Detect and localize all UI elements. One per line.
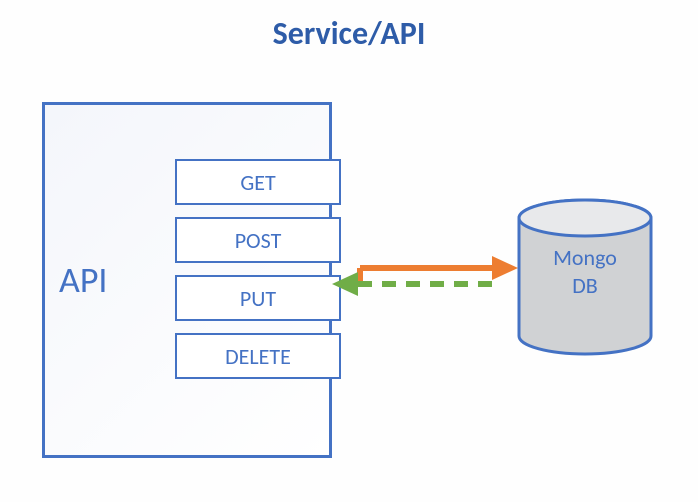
method-delete: DELETE xyxy=(175,333,341,379)
database-name-line1: Mongo xyxy=(553,244,617,271)
database-name-line2: DB xyxy=(572,272,598,299)
method-get: GET xyxy=(175,159,341,205)
http-methods-list: GET POST PUT DELETE xyxy=(175,159,341,379)
api-container: API GET POST PUT DELETE xyxy=(42,102,332,458)
method-put: PUT xyxy=(175,275,341,321)
bidirectional-arrow xyxy=(332,254,518,302)
api-label: API xyxy=(59,258,108,302)
database-label: Mongo DB xyxy=(516,244,654,299)
database-cylinder: Mongo DB xyxy=(516,198,654,356)
diagram-title: Service/API xyxy=(0,14,698,53)
method-post: POST xyxy=(175,217,341,263)
